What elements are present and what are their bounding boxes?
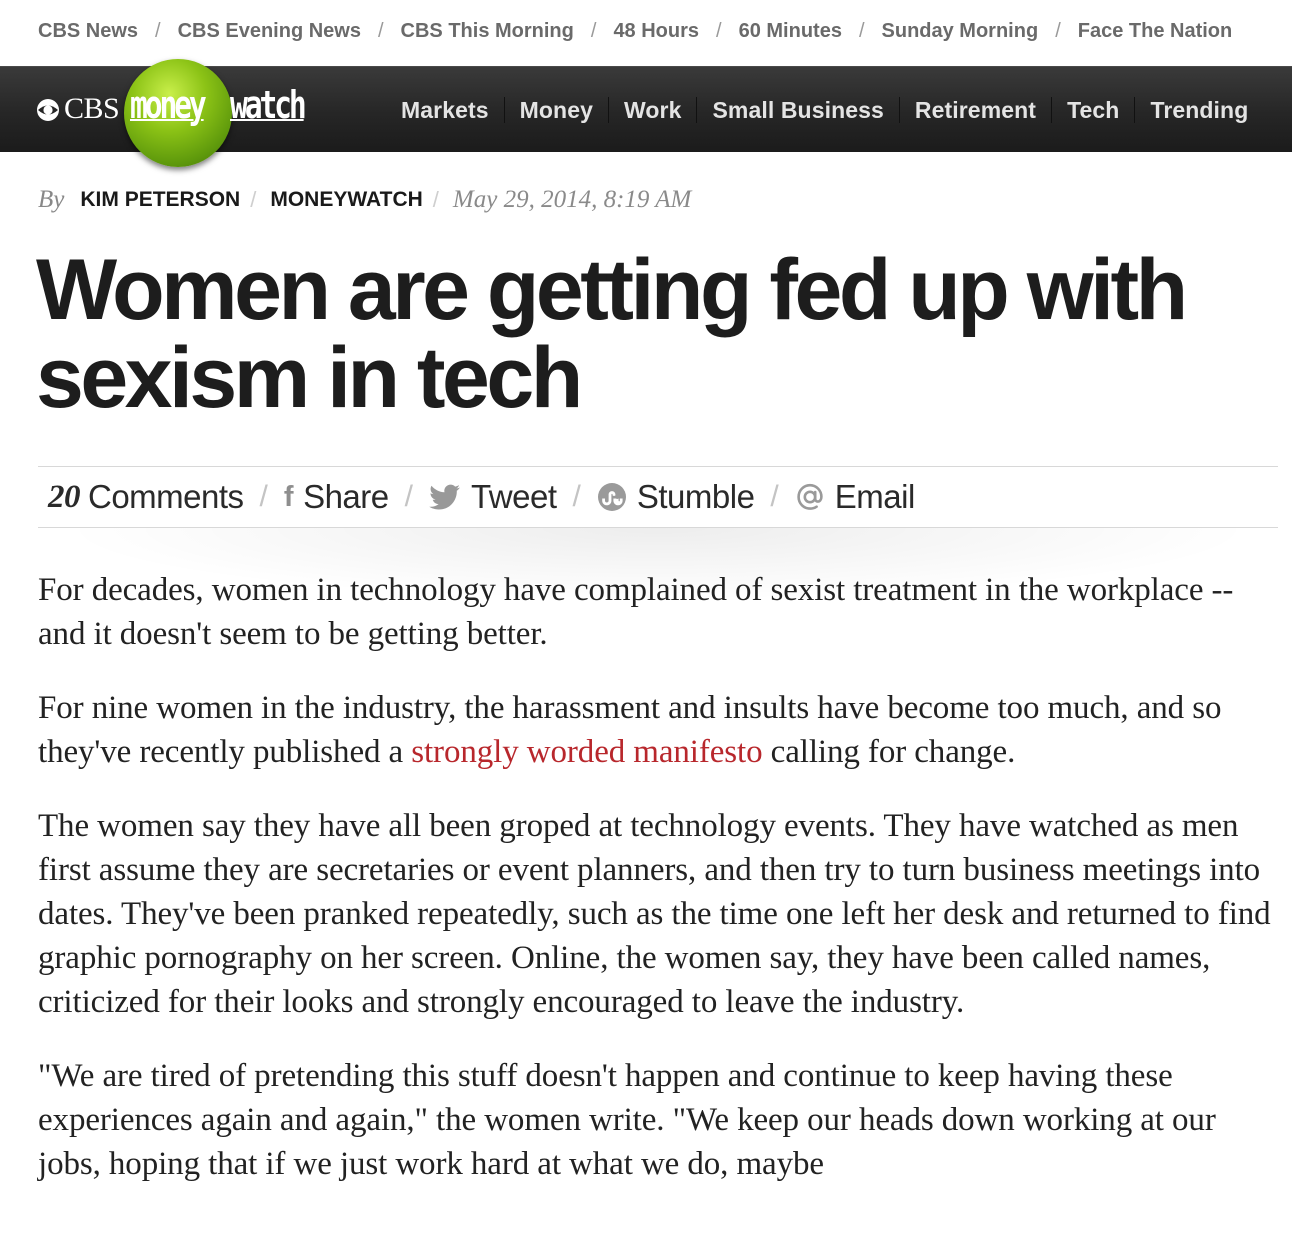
network-separator: /	[377, 19, 384, 42]
article-paragraph: The women say they have all been groped …	[38, 808, 1271, 1020]
network-link-sunday-morning[interactable]: Sunday Morning	[882, 20, 1039, 43]
share-separator: /	[770, 480, 779, 513]
section-nav: Markets Money Work Small Business Retire…	[386, 67, 1263, 153]
network-separator: /	[1055, 19, 1061, 42]
share-bar: 20 Comments / f Share / Tweet / Stumble …	[38, 466, 1278, 528]
cbs-eye-icon	[37, 99, 59, 121]
manifesto-link[interactable]: strongly worded manifesto	[411, 734, 762, 770]
watch-wordmark: watch	[230, 83, 307, 127]
network-link-face-the-nation[interactable]: Face The Nation	[1078, 20, 1232, 43]
outlet-link[interactable]: MONEYWATCH	[270, 188, 422, 212]
tweet-label: Tweet	[470, 478, 557, 515]
nav-retirement[interactable]: Retirement	[900, 97, 1051, 124]
email-at-icon	[795, 482, 825, 512]
money-wordmark: money	[130, 83, 207, 127]
article-paragraph: "We are tired of pretending this stuff d…	[38, 1058, 1216, 1182]
tweet-button[interactable]: Tweet	[429, 478, 557, 516]
nav-small-business[interactable]: Small Business	[697, 97, 898, 124]
comments-label: Comments	[88, 478, 244, 515]
share-separator: /	[404, 480, 413, 513]
network-link-cbs-evening-news[interactable]: CBS Evening News	[178, 20, 361, 43]
article-body: For decades, women in technology have co…	[38, 568, 1283, 1216]
byline-separator: /	[250, 187, 257, 212]
nav-money[interactable]: Money	[505, 97, 608, 124]
cbs-moneywatch-logo[interactable]: CBS money watch	[34, 59, 334, 167]
paragraph-text: calling for change.	[762, 734, 1016, 770]
byline: By KIM PETERSON / MONEYWATCH / May 29, 2…	[38, 183, 691, 217]
article-headline: Women are getting fed up with sexism in …	[36, 242, 1188, 426]
article-paragraph: For decades, women in technology have co…	[38, 572, 1234, 652]
nav-tech[interactable]: Tech	[1052, 97, 1134, 124]
facebook-icon: f	[283, 480, 294, 513]
network-separator: /	[716, 19, 722, 42]
network-link-48-hours[interactable]: 48 Hours	[613, 20, 699, 43]
nav-markets[interactable]: Markets	[386, 97, 504, 124]
share-separator: /	[259, 480, 268, 513]
twitter-bird-icon	[429, 484, 461, 510]
stumbleupon-icon	[597, 482, 627, 512]
nav-trending[interactable]: Trending	[1135, 97, 1263, 124]
nav-work[interactable]: Work	[609, 97, 697, 124]
comment-count: 20	[48, 478, 81, 515]
byline-separator: /	[432, 187, 439, 212]
stumble-button[interactable]: Stumble	[597, 478, 755, 516]
network-separator: /	[858, 19, 865, 42]
network-link-cbs-news[interactable]: CBS News	[38, 20, 138, 43]
comments-link[interactable]: 20 Comments	[48, 478, 244, 516]
email-button[interactable]: Email	[795, 478, 915, 516]
cbs-wordmark: CBS	[64, 92, 120, 125]
stumble-label: Stumble	[636, 478, 755, 515]
author-link[interactable]: KIM PETERSON	[80, 188, 240, 212]
share-separator: /	[572, 480, 581, 513]
facebook-share-button[interactable]: f Share	[284, 478, 389, 516]
publish-date: May 29, 2014, 8:19 AM	[452, 186, 692, 213]
byline-by: By	[38, 186, 65, 213]
network-separator: /	[155, 19, 161, 42]
share-label: Share	[303, 478, 389, 515]
email-label: Email	[834, 478, 916, 515]
network-separator: /	[590, 19, 597, 42]
main-nav: CBS money watch Markets Money Work Small…	[0, 59, 1292, 167]
article-paragraph: For nine women in the industry, the hara…	[38, 686, 1283, 774]
network-link-60-minutes[interactable]: 60 Minutes	[739, 20, 842, 43]
network-nav: CBS News / CBS Evening News / CBS This Mor…	[0, 0, 1292, 66]
network-link-cbs-this-morning[interactable]: CBS This Morning	[401, 20, 574, 43]
